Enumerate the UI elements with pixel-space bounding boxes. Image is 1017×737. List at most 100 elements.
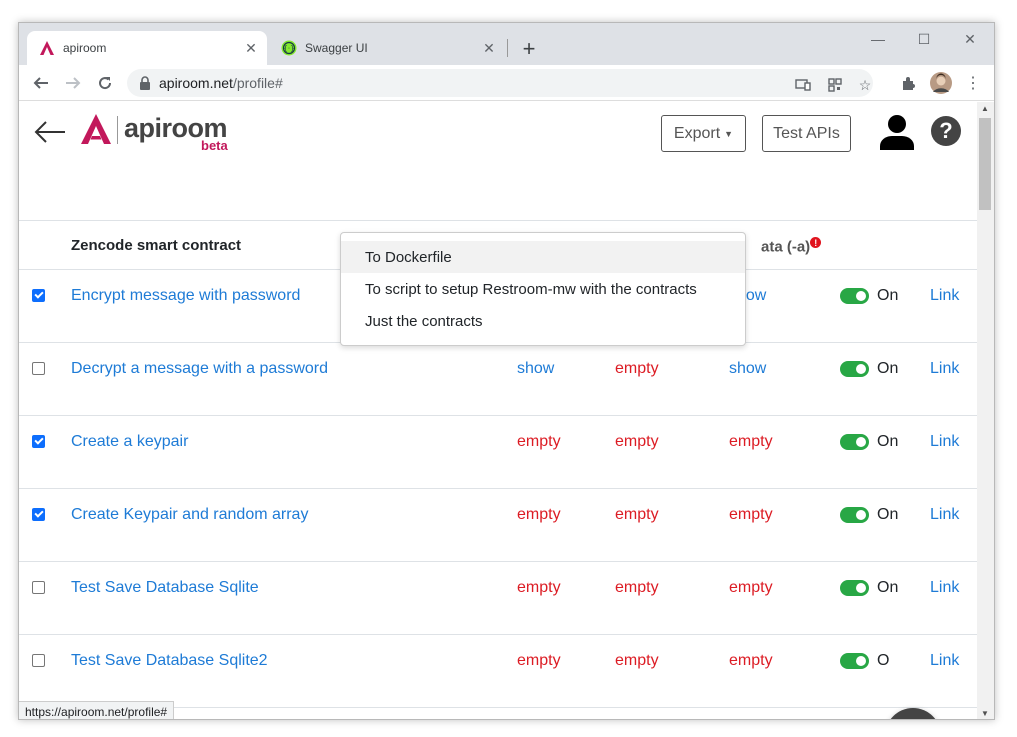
page-content: apiroom beta Export ▼ Test APIs ? Zencod… [19, 102, 977, 719]
row-cell-3: empty [729, 433, 773, 450]
test-apis-button[interactable]: Test APIs [762, 115, 851, 152]
apiroom-logo[interactable]: apiroom beta [81, 114, 228, 153]
minimize-icon[interactable]: — [855, 29, 901, 49]
reload-icon[interactable] [93, 71, 117, 95]
status-label: On [877, 506, 899, 523]
contract-name-link[interactable]: Create a keypair [71, 433, 188, 451]
status-toggle[interactable] [840, 361, 869, 377]
row-checkbox[interactable] [32, 581, 45, 594]
forward-icon[interactable] [61, 71, 85, 95]
extensions-icon[interactable] [897, 71, 921, 95]
row-cell-3[interactable]: show [729, 360, 766, 378]
row-link[interactable]: Link [930, 360, 959, 378]
swagger-favicon-icon: {·} [281, 40, 297, 56]
row-link[interactable]: Link [930, 506, 959, 524]
contract-name-link[interactable]: Test Save Database Sqlite2 [71, 652, 268, 670]
menu-item-to-dockerfile[interactable]: To Dockerfile [341, 241, 745, 273]
row-cell-2: empty [615, 360, 659, 377]
status-toggle[interactable] [840, 288, 869, 304]
page-scrollbar[interactable]: ▲ ▼ [977, 102, 994, 719]
tab-apiroom[interactable]: apiroom ✕ [27, 31, 267, 65]
back-icon[interactable] [29, 71, 53, 95]
close-tab-icon[interactable]: ✕ [243, 40, 259, 56]
row-cell-1[interactable]: show [517, 360, 554, 378]
row-checkbox[interactable] [32, 508, 45, 521]
new-tab-icon[interactable]: + [517, 36, 541, 61]
status-toggle[interactable] [840, 580, 869, 596]
menu-kebab-icon[interactable]: ⋮ [961, 71, 985, 95]
row-link[interactable]: Link [930, 287, 959, 305]
column-header-data-label: ata (-a) [761, 238, 811, 256]
beta-label: beta [201, 138, 228, 153]
status-toggle[interactable] [840, 434, 869, 450]
export-dropdown-menu: To Dockerfile To script to setup Restroo… [340, 232, 746, 346]
row-link[interactable]: Link [930, 579, 959, 597]
status-bar-url: https://apiroom.net/profile# [19, 701, 175, 719]
row-cell-2: empty [615, 652, 659, 669]
close-tab-icon[interactable]: ✕ [481, 40, 497, 56]
profile-avatar-icon[interactable] [929, 71, 953, 95]
url-host: apiroom.net [159, 75, 233, 91]
apiroom-logo-icon [81, 114, 111, 144]
status-label: On [877, 579, 899, 596]
row-cell-3: empty [729, 579, 773, 596]
browser-window: apiroom ✕ {·} Swagger UI ✕ + — ☐ ✕ apiro… [18, 22, 995, 720]
contract-name-link[interactable]: Encrypt message with password [71, 287, 300, 305]
logo-divider [117, 116, 118, 144]
browser-toolbar: apiroom.net/profile# ☆ ⋮ [19, 65, 994, 101]
row-cell-2: empty [615, 579, 659, 596]
url-path: /profile# [232, 75, 283, 91]
status-label: On [877, 433, 899, 450]
cast-icon[interactable] [793, 75, 813, 95]
maximize-icon[interactable]: ☐ [901, 29, 947, 49]
help-icon[interactable]: ? [931, 116, 961, 146]
lock-icon [139, 76, 151, 90]
qr-code-icon[interactable] [825, 75, 845, 95]
table-row: Test Save Database Sqlite empty empty empty… [19, 562, 977, 635]
row-link[interactable]: Link [930, 652, 959, 670]
row-cell-1: empty [517, 433, 561, 450]
row-cell-1: empty [517, 652, 561, 669]
row-checkbox[interactable] [32, 435, 45, 448]
table-row: Decrypt a message with a password show emp… [19, 343, 977, 416]
contract-name-link[interactable]: Decrypt a message with a password [71, 360, 328, 378]
export-button[interactable]: Export ▼ [661, 115, 746, 152]
warning-icon: ! [810, 237, 822, 248]
row-checkbox[interactable] [32, 654, 45, 667]
status-label: O [877, 652, 890, 669]
row-checkbox[interactable] [32, 289, 45, 302]
url-text: apiroom.net/profile# [159, 75, 283, 91]
row-cell-3: empty [729, 652, 773, 669]
apiroom-favicon-icon [39, 40, 55, 56]
status-toggle[interactable] [840, 507, 869, 523]
status-label: On [877, 360, 899, 377]
back-arrow-icon[interactable] [33, 120, 67, 144]
row-cell-2: empty [615, 433, 659, 450]
contract-name-link[interactable]: Create Keypair and random array [71, 506, 308, 524]
user-icon[interactable] [879, 114, 915, 150]
row-cell-1: empty [517, 506, 561, 523]
scroll-up-icon[interactable]: ▲ [981, 104, 989, 113]
tab-swagger[interactable]: {·} Swagger UI ✕ [269, 31, 505, 65]
row-checkbox[interactable] [32, 362, 45, 375]
tab-separator [507, 39, 508, 57]
close-window-icon[interactable]: ✕ [947, 29, 993, 49]
bookmark-star-icon[interactable]: ☆ [855, 75, 875, 95]
scroll-down-icon[interactable]: ▼ [981, 709, 989, 718]
row-cell-1: empty [517, 579, 561, 596]
table-row: Create Keypair and random array empty empt… [19, 489, 977, 562]
svg-text:{·}: {·} [283, 45, 294, 53]
table-row: Test Save Database Sqlite2 empty empty empt… [19, 635, 977, 708]
scroll-thumb[interactable] [979, 118, 991, 210]
address-bar[interactable]: apiroom.net/profile# ☆ [127, 69, 873, 97]
column-header-contract: Zencode smart contract [71, 237, 242, 254]
row-link[interactable]: Link [930, 433, 959, 451]
tab-title: apiroom [63, 41, 107, 55]
contract-name-link[interactable]: Test Save Database Sqlite [71, 579, 259, 597]
menu-item-just-contracts[interactable]: Just the contracts [341, 305, 745, 337]
tab-strip: apiroom ✕ {·} Swagger UI ✕ + — ☐ ✕ [19, 23, 994, 65]
menu-item-to-script[interactable]: To script to setup Restroom-mw with the … [341, 273, 745, 305]
status-label: On [877, 287, 899, 304]
chat-button[interactable] [885, 708, 941, 719]
status-toggle[interactable] [840, 653, 869, 669]
